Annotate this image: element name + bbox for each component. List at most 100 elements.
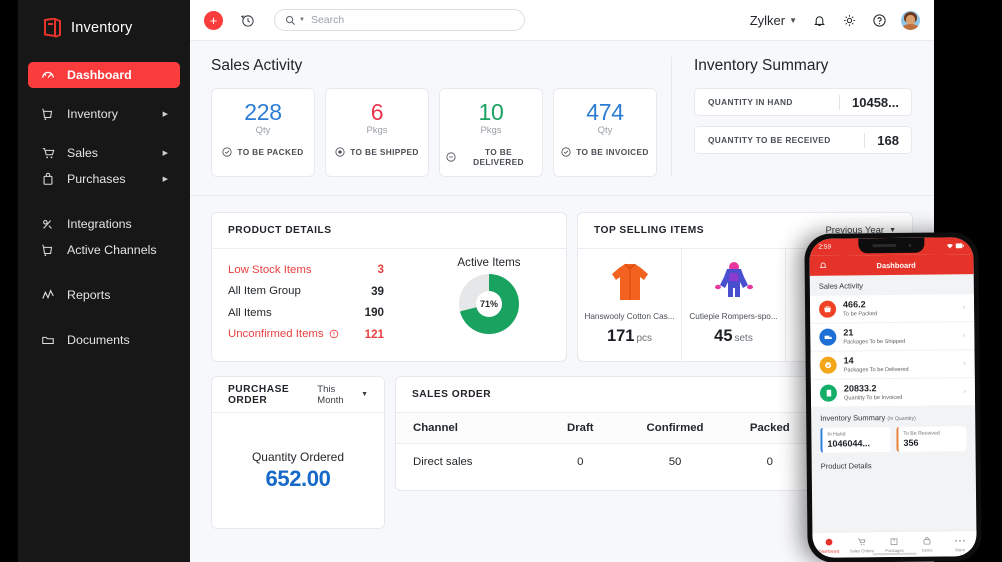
phone-tab-more[interactable]: More — [944, 535, 977, 552]
tab-label: More — [944, 547, 977, 552]
recent-clock-icon[interactable] — [238, 11, 256, 29]
product-line-unconfirmed[interactable]: Unconfirmed Items 121 — [228, 324, 412, 346]
inventory-row-label: QUANTITY IN HAND — [708, 97, 793, 107]
search-placeholder: Search — [311, 14, 344, 26]
sidebar-item-inventory[interactable]: Inventory ▶ — [28, 101, 180, 127]
sidebar-item-integrations[interactable]: Integrations — [28, 211, 180, 237]
tab-label: Dashboard — [813, 549, 846, 554]
phone-activity-item[interactable]: 21 Packages To be Shipped › — [810, 322, 974, 352]
phone-tab-dashboard[interactable]: Dashboard — [812, 537, 845, 554]
cell-draft: 0 — [533, 444, 628, 469]
active-items-chart: Active Items 71% — [412, 249, 566, 362]
top-section: Sales Activity 228 Qty TO BE PACKED — [190, 41, 934, 196]
org-switcher[interactable]: Zylker ▼ — [750, 13, 797, 28]
stat-card-to-be-invoiced[interactable]: 474 Qty TO BE INVOICED — [553, 88, 657, 177]
sidebar-item-documents[interactable]: Documents — [28, 327, 180, 353]
inventory-row-value: 168 — [864, 133, 899, 148]
chevron-down-icon[interactable]: ▼ — [299, 17, 305, 23]
stat-card-to-be-shipped[interactable]: 6 Pkgs TO BE SHIPPED — [325, 88, 429, 177]
sales-activity-cards: 228 Qty TO BE PACKED 6 Pkgs — [211, 88, 657, 177]
screenshot-stage: Inventory Dashboard Inventory ▶ — [0, 0, 1002, 562]
sidebar-item-label: Active Channels — [67, 243, 157, 257]
card-title: PRODUCT DETAILS — [228, 225, 332, 236]
sidebar-item-active-channels[interactable]: Active Channels — [28, 237, 180, 263]
column-confirmed: Confirmed — [628, 413, 723, 444]
card-title: PURCHASE ORDER — [228, 384, 317, 406]
channels-icon — [40, 242, 56, 258]
qty-unit: pcs — [636, 333, 652, 344]
phone-inventory-tiles: In Hand 1046044... To Be Received 356 — [811, 426, 975, 460]
add-new-button[interactable]: + — [204, 11, 223, 30]
phone-tab-packages[interactable]: Packages — [878, 536, 911, 553]
bag-icon — [911, 535, 944, 546]
phone-tile-in-hand[interactable]: In Hand 1046044... — [820, 427, 890, 453]
sidebar-item-sales[interactable]: Sales ▶ — [28, 140, 180, 166]
cell-packed: 0 — [722, 444, 817, 469]
avatar[interactable] — [901, 11, 920, 30]
purchase-order-period-dropdown[interactable]: This Month ▼ — [317, 384, 368, 406]
doc-icon — [820, 385, 837, 402]
product-line-value: 39 — [371, 285, 412, 298]
stat-card-to-be-delivered[interactable]: 10 Pkgs TO BE DELIVERED — [439, 88, 543, 177]
tile-label: In Hand — [827, 431, 885, 438]
inventory-logo-icon — [43, 18, 62, 38]
product-line-low-stock[interactable]: Low Stock Items 3 — [228, 259, 412, 281]
integrations-icon — [40, 216, 56, 232]
inventory-row-quantity-in-hand[interactable]: QUANTITY IN HAND 10458... — [694, 88, 912, 116]
phone-tab-items[interactable]: Items — [911, 535, 944, 552]
nav-gap — [18, 308, 190, 327]
stat-label: TO BE SHIPPED — [350, 147, 418, 157]
phone-activity-text: 14 Packages To be Delivered — [844, 356, 909, 374]
phone-status-bar: 2:59 — [809, 237, 973, 256]
phone-tile-to-be-received[interactable]: To Be Received 356 — [896, 426, 966, 452]
stat-value: 228 — [218, 100, 308, 124]
sidebar-item-label: Purchases — [67, 172, 126, 186]
bell-icon[interactable] — [811, 12, 827, 28]
top-selling-item[interactable]: Hanswooly Cotton Cas... 171pcs — [578, 249, 682, 362]
sidebar-item-label: Integrations — [67, 217, 132, 231]
quantity-ordered-label: Quantity Ordered — [252, 450, 344, 464]
product-line-all-items[interactable]: All Items 190 — [228, 302, 412, 324]
tile-label: To Be Received — [903, 430, 961, 437]
phone-home-indicator — [873, 552, 917, 555]
stat-card-to-be-packed[interactable]: 228 Qty TO BE PACKED — [211, 88, 315, 177]
phone-tab-sales-orders[interactable]: Sales Orders — [845, 536, 878, 553]
stat-label: TO BE INVOICED — [576, 147, 649, 157]
product-line-item-group[interactable]: All Item Group 39 — [228, 281, 412, 303]
phone-activity-item[interactable]: 14 Packages To be Delivered › — [811, 350, 975, 380]
inventory-row-quantity-to-be-received[interactable]: QUANTITY TO BE RECEIVED 168 — [694, 126, 912, 154]
sidebar-item-label: Inventory — [67, 107, 118, 121]
phone-bell-icon[interactable] — [819, 257, 828, 275]
phone-activity-label: To be Packed — [843, 311, 877, 317]
stat-unit: Pkgs — [446, 125, 536, 136]
sidebar: Inventory Dashboard Inventory ▶ — [18, 0, 190, 562]
phone-section-inventory-summary: Inventory Summary (In Quantity) — [811, 406, 975, 428]
qty-value: 45 — [714, 327, 732, 345]
sales-activity-panel: Sales Activity 228 Qty TO BE PACKED — [190, 57, 671, 177]
phone-activity-item[interactable]: 20833.2 Quantity To be Invoiced › — [811, 378, 975, 408]
brand-name: Inventory — [71, 20, 132, 36]
sidebar-item-dashboard[interactable]: Dashboard — [28, 62, 180, 88]
stat-unit: Pkgs — [332, 125, 422, 136]
chevron-right-icon: ▶ — [163, 110, 168, 118]
product-details-list: Low Stock Items 3 All Item Group 39 All … — [212, 249, 412, 362]
dashboard-icon — [40, 67, 56, 83]
sidebar-item-reports[interactable]: Reports — [28, 282, 180, 308]
active-items-donut: 71% — [459, 274, 519, 334]
phone-activity-text: 21 Packages To be Shipped — [843, 328, 905, 346]
sidebar-item-purchases[interactable]: Purchases ▶ — [28, 166, 180, 192]
gear-icon[interactable] — [841, 12, 857, 28]
check-circle-icon — [561, 147, 571, 157]
nav-gap — [18, 192, 190, 211]
product-line-label: Unconfirmed Items — [228, 328, 324, 340]
search-input[interactable]: ▼ Search — [274, 9, 525, 31]
phone-activity-value: 20833.2 — [844, 384, 902, 395]
cart-icon — [845, 536, 878, 547]
active-items-percent: 71% — [476, 291, 502, 317]
top-selling-item[interactable]: Cutiepie Rompers-spo... 45sets — [682, 249, 786, 362]
phone-app-bar: Dashboard — [810, 254, 974, 276]
phone-title: Dashboard — [876, 260, 915, 269]
product-line-value: 190 — [365, 306, 412, 319]
help-icon[interactable] — [871, 12, 887, 28]
phone-activity-item[interactable]: 466.2 To be Packed › — [810, 294, 974, 324]
